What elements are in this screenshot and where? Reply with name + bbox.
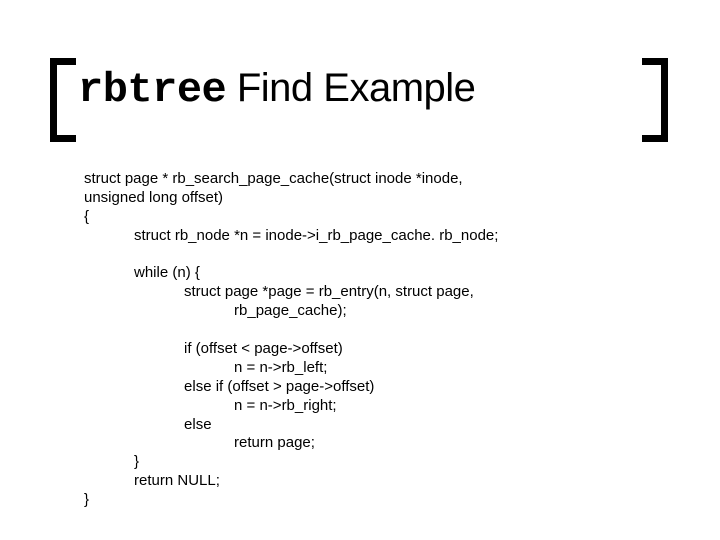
code-line: return page; (84, 434, 315, 451)
code-line: } (84, 491, 89, 508)
code-line: unsigned long offset) (84, 189, 223, 206)
code-line: else if (offset > page->offset) (84, 378, 374, 395)
code-line: struct page *page = rb_entry(n, struct p… (84, 283, 474, 300)
title-mono: rbtree (78, 66, 226, 114)
code-line: { (84, 208, 89, 225)
code-line: n = n->rb_left; (84, 359, 327, 376)
code-line: rb_page_cache); (84, 302, 347, 319)
title-rest: Find Example (226, 66, 475, 110)
title-bracket-left (50, 58, 76, 142)
code-block: struct page * rb_search_page_cache(struc… (84, 170, 660, 510)
code-line: return NULL; (84, 472, 220, 489)
code-line: while (n) { (84, 264, 200, 281)
code-line: struct rb_node *n = inode->i_rb_page_cac… (84, 227, 498, 244)
slide-title: rbtree Find Example (78, 66, 475, 113)
code-line: } (84, 453, 139, 470)
code-line: n = n->rb_right; (84, 397, 337, 414)
slide: rbtree Find Example struct page * rb_sea… (0, 0, 720, 540)
code-line: else (84, 416, 212, 433)
code-line: if (offset < page->offset) (84, 340, 343, 357)
code-line: struct page * rb_search_page_cache(struc… (84, 170, 463, 187)
title-bracket-right (642, 58, 668, 142)
